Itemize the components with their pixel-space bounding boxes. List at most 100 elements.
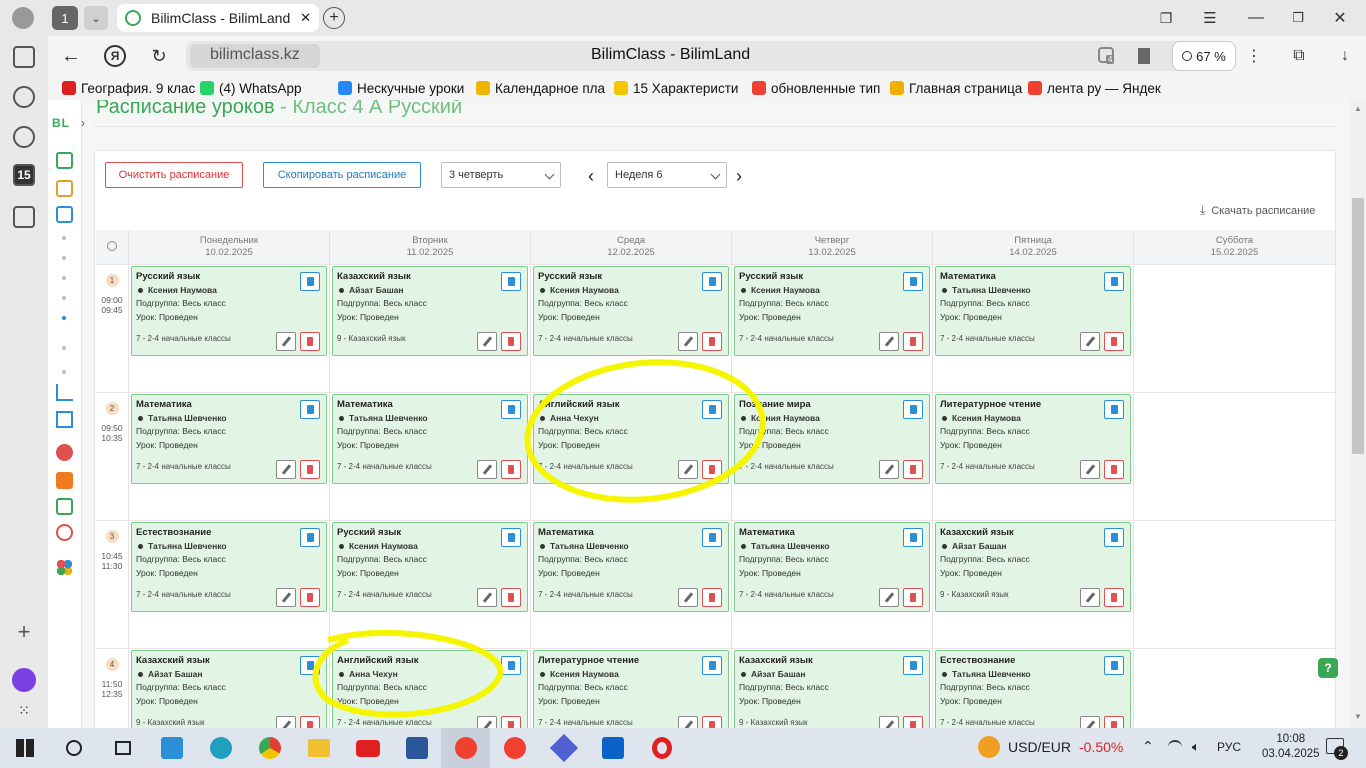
lesson-card[interactable]: Казахский язык Айзат Башан Подгруппа: Весь…: [734, 650, 930, 728]
copy-lesson-icon[interactable]: [300, 528, 320, 547]
youtube-icon[interactable]: [343, 728, 392, 768]
edit-lesson-icon[interactable]: [678, 716, 698, 728]
delete-lesson-icon[interactable]: [501, 332, 521, 351]
zoom-button[interactable]: 67 %: [1172, 41, 1236, 71]
calendar-icon[interactable]: 15: [13, 164, 35, 186]
clear-schedule-button[interactable]: Очистить расписание: [105, 162, 243, 188]
copy-lesson-icon[interactable]: [300, 400, 320, 419]
bookmark-item[interactable]: Главная страница: [890, 81, 1028, 96]
back-icon[interactable]: ←: [60, 45, 82, 67]
delete-lesson-icon[interactable]: [501, 588, 521, 607]
copy-lesson-icon[interactable]: [501, 528, 521, 547]
extensions-icon[interactable]: ⧉: [1288, 45, 1310, 67]
more-apps-icon[interactable]: ⁙: [12, 700, 36, 720]
copy-lesson-icon[interactable]: [1104, 272, 1124, 291]
bookmark-item[interactable]: обновленные тип: [752, 81, 890, 96]
delete-lesson-icon[interactable]: [300, 332, 320, 351]
copy-lesson-icon[interactable]: [702, 400, 722, 419]
lesson-card[interactable]: Естествознание Татьяна Шевченко Подгруппа:…: [131, 522, 327, 612]
chrome-icon[interactable]: [245, 728, 294, 768]
bookmark-item[interactable]: (4) WhatsApp: [200, 81, 338, 96]
people-icon[interactable]: [56, 180, 73, 197]
quarter-select[interactable]: 3 четверть: [441, 162, 561, 188]
copy-lesson-icon[interactable]: [702, 272, 722, 291]
delete-lesson-icon[interactable]: [300, 460, 320, 479]
lesson-card[interactable]: Математика Татьяна Шевченко Подгруппа: Вес…: [131, 394, 327, 484]
copy-lesson-icon[interactable]: [903, 528, 923, 547]
copy-lesson-icon[interactable]: [501, 656, 521, 675]
download-icon[interactable]: ↓: [1334, 45, 1356, 67]
delete-lesson-icon[interactable]: [702, 332, 722, 351]
edit-lesson-icon[interactable]: [477, 588, 497, 607]
help-chat-button[interactable]: ?: [1318, 658, 1338, 678]
edit-lesson-icon[interactable]: [276, 460, 296, 479]
lesson-card[interactable]: Познание мира Ксения Наумова Подгруппа: Ве…: [734, 394, 930, 484]
copy-lesson-icon[interactable]: [300, 272, 320, 291]
delete-lesson-icon[interactable]: [702, 588, 722, 607]
volume-icon[interactable]: 🔈︎: [1192, 739, 1200, 755]
windows-start-icon[interactable]: [0, 728, 49, 768]
lesson-card[interactable]: Математика Татьяна Шевченко Подгруппа: Вес…: [935, 266, 1131, 356]
week-select[interactable]: Неделя 6: [607, 162, 727, 188]
nav-dot[interactable]: [62, 236, 66, 240]
video-app-icon[interactable]: [539, 728, 588, 768]
lesson-card[interactable]: Русский язык Ксения Наумова Подгруппа: Вес…: [131, 266, 327, 356]
bookmark-item[interactable]: 15 Характеристи: [614, 81, 752, 96]
tab-counter-button[interactable]: 1: [52, 6, 78, 30]
opera-icon[interactable]: [637, 728, 686, 768]
delete-lesson-icon[interactable]: [300, 716, 320, 728]
sidebar-expand-icon[interactable]: ›: [81, 116, 85, 130]
lesson-card[interactable]: Русский язык Ксения Наумова Подгруппа: Вес…: [332, 522, 528, 612]
language-indicator[interactable]: РУС: [1217, 740, 1241, 754]
edit-lesson-icon[interactable]: [1080, 716, 1100, 728]
delete-lesson-icon[interactable]: [501, 460, 521, 479]
word-icon[interactable]: [392, 728, 441, 768]
camera-icon[interactable]: [13, 206, 35, 228]
next-week-icon[interactable]: ›: [736, 166, 742, 187]
lesson-card[interactable]: Математика Татьяна Шевченко Подгруппа: Вес…: [533, 522, 729, 612]
lesson-card[interactable]: Казахский язык Айзат Башан Подгруппа: Весь…: [131, 650, 327, 728]
copy-lesson-icon[interactable]: [702, 656, 722, 675]
chart-icon[interactable]: [56, 384, 73, 401]
edit-lesson-icon[interactable]: [477, 460, 497, 479]
scrollbar-down-icon[interactable]: ▼: [1354, 712, 1362, 721]
delete-lesson-icon[interactable]: [300, 588, 320, 607]
copy-lesson-icon[interactable]: [501, 272, 521, 291]
edit-lesson-icon[interactable]: [276, 332, 296, 351]
profile-icon[interactable]: [12, 7, 34, 29]
scrollbar-up-icon[interactable]: ▲: [1354, 104, 1362, 113]
delete-lesson-icon[interactable]: [501, 716, 521, 728]
currency-widget[interactable]: USD/EUR -0.50%: [978, 736, 1123, 758]
play-rail-icon[interactable]: [13, 126, 35, 148]
lesson-card[interactable]: Русский язык Ксения Наумова Подгруппа: Вес…: [533, 266, 729, 356]
lesson-card[interactable]: Литературное чтение Ксения Наумова Подгруп…: [935, 394, 1131, 484]
edge-icon[interactable]: [196, 728, 245, 768]
edit-lesson-icon[interactable]: [879, 332, 899, 351]
store-icon[interactable]: [147, 728, 196, 768]
delete-lesson-icon[interactable]: [702, 716, 722, 728]
edit-lesson-icon[interactable]: [1080, 332, 1100, 351]
outlook-icon[interactable]: [588, 728, 637, 768]
prev-week-icon[interactable]: ‹: [588, 166, 594, 187]
wifi-icon[interactable]: [1168, 740, 1182, 754]
restore-button[interactable]: ❐: [1278, 6, 1318, 30]
tray-chevron-icon[interactable]: ⌃: [1142, 738, 1154, 755]
url-field[interactable]: bilimclass.kz BilimClass - BilimLand 4: [186, 41, 1202, 71]
tabs-dropdown-icon[interactable]: ⌄: [84, 6, 108, 30]
collections-icon[interactable]: ❐: [1156, 8, 1176, 28]
history-icon[interactable]: [13, 86, 35, 108]
nav-dot-active[interactable]: [62, 316, 66, 320]
lesson-card[interactable]: Математика Татьяна Шевченко Подгруппа: Вес…: [332, 394, 528, 484]
k-icon[interactable]: [56, 472, 73, 489]
new-tab-button[interactable]: +: [323, 7, 345, 29]
alice-icon[interactable]: [12, 668, 36, 692]
scrollbar-track[interactable]: ▲ ▼: [1350, 100, 1366, 728]
lesson-card[interactable]: Русский язык Ксения Наумова Подгруппа: Вес…: [734, 266, 930, 356]
copy-lesson-icon[interactable]: [702, 528, 722, 547]
download-schedule-link[interactable]: ⤓ Скачать расписание: [1200, 203, 1315, 218]
bookmark-item[interactable]: География. 9 клас: [62, 81, 200, 96]
app-logo[interactable]: BL: [52, 116, 70, 130]
copy-lesson-icon[interactable]: [1104, 656, 1124, 675]
task-view-icon[interactable]: [98, 728, 147, 768]
lesson-card[interactable]: Литературное чтение Ксения Наумова Подгруп…: [533, 650, 729, 728]
